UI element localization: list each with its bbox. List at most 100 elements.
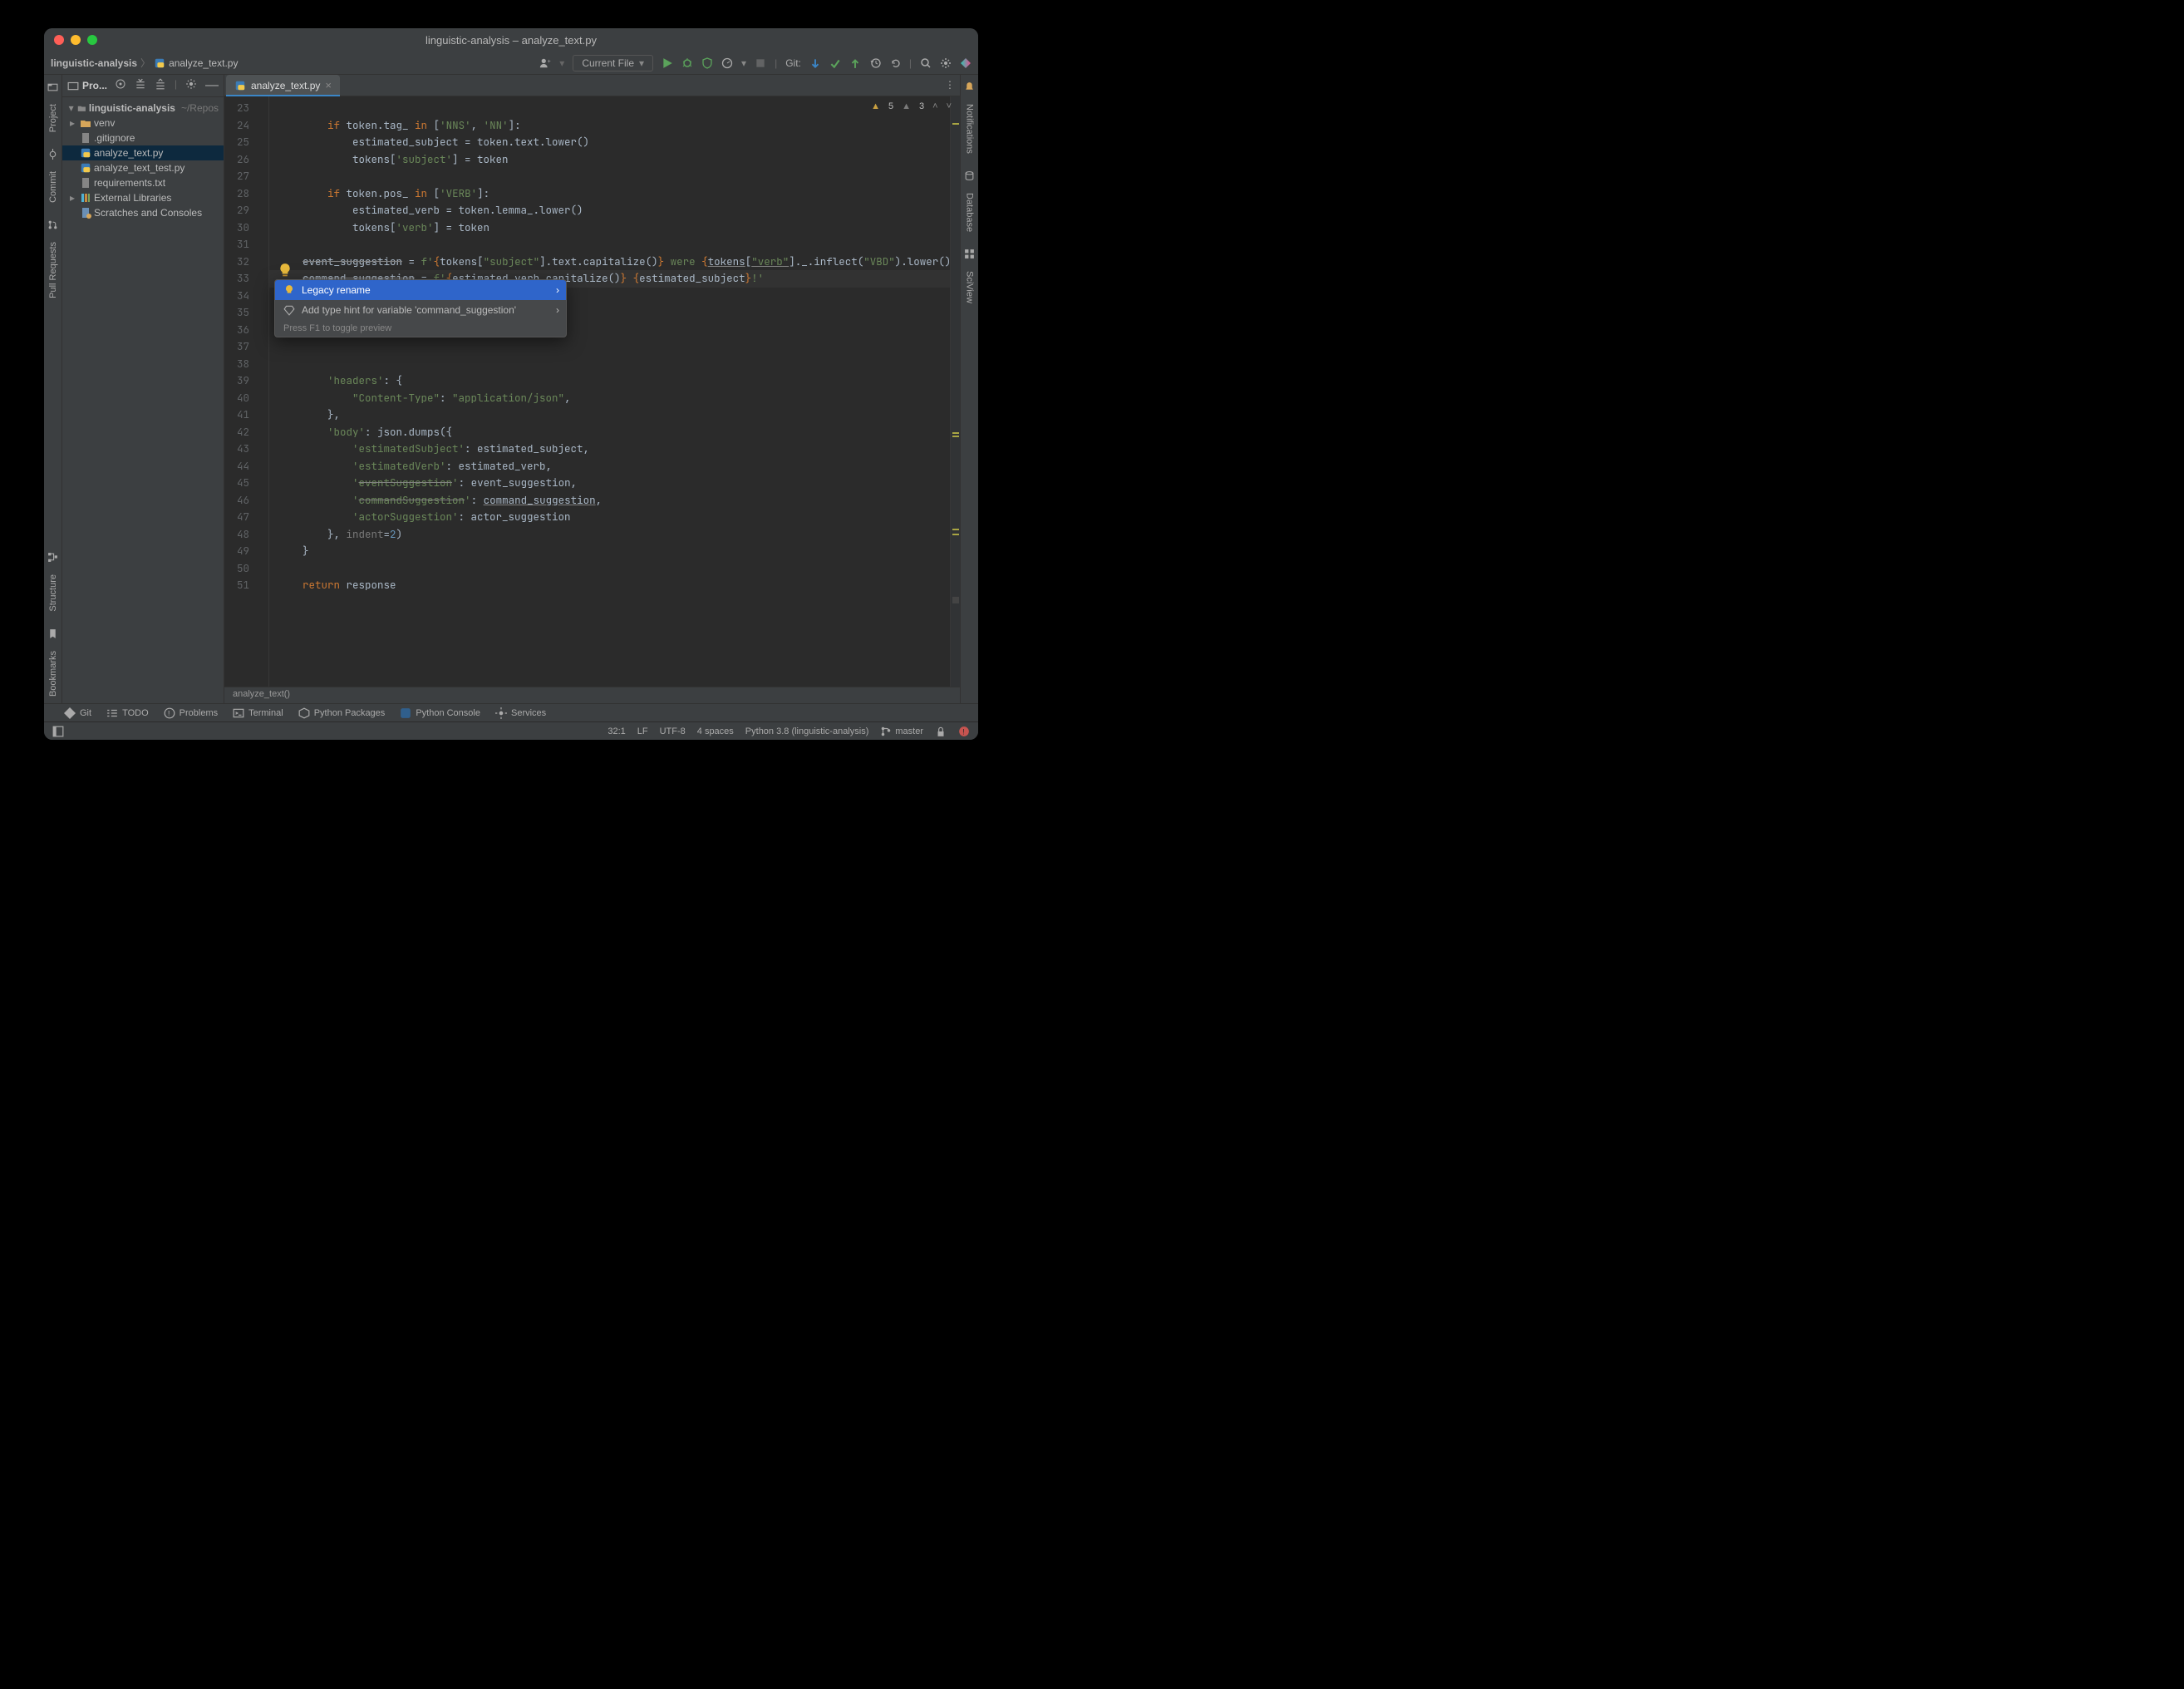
indent-settings[interactable]: 4 spaces [697, 726, 734, 736]
file-encoding[interactable]: UTF-8 [660, 726, 686, 736]
tool-git[interactable]: Git [64, 707, 91, 719]
folder-icon [80, 117, 91, 129]
hide-button[interactable]: — [205, 78, 219, 93]
breadcrumb[interactable]: linguistic-analysis 〉 analyze_text.py [51, 56, 238, 70]
tree-scratches[interactable]: Scratches and Consoles [62, 205, 224, 220]
project-tree[interactable]: ▾ linguistic-analysis ~/Repos ▸ venv .gi… [62, 97, 224, 224]
tool-services[interactable]: Services [495, 707, 546, 719]
python-interpreter[interactable]: Python 3.8 (linguistic-analysis) [745, 726, 869, 736]
project-tool-label[interactable]: Project [48, 104, 58, 132]
maximize-window-button[interactable] [87, 35, 97, 45]
status-bar: 32:1 LF UTF-8 4 spaces Python 3.8 (lingu… [44, 721, 978, 740]
expand-all-icon[interactable] [135, 78, 146, 90]
collapse-all-icon[interactable] [155, 78, 166, 90]
python-file-icon [80, 147, 91, 159]
tree-item-label: venv [94, 117, 115, 129]
scratches-icon [80, 207, 91, 219]
terminal-icon [233, 707, 244, 719]
titlebar[interactable]: linguistic-analysis – analyze_text.py [44, 28, 978, 52]
chevron-right-icon: 〉 [140, 56, 150, 70]
editor-breadcrumbs[interactable]: analyze_text() [224, 687, 960, 703]
tool-todo[interactable]: TODO [106, 707, 149, 719]
project-view-title[interactable]: Pro... [82, 80, 107, 91]
tree-external-libraries[interactable]: ▸ External Libraries [62, 190, 224, 205]
tree-item-analyze-text[interactable]: analyze_text.py [62, 145, 224, 160]
editor-body[interactable]: 23 24 25 26 27 28 29 30 31 32 33 34 35 3… [224, 96, 960, 687]
lock-icon[interactable] [935, 726, 947, 737]
inspection-widget[interactable]: ▲5 ▲3 ˄ ˅ [871, 101, 952, 111]
run-config-label: Current File [582, 57, 634, 69]
git-branch[interactable]: master [880, 726, 923, 737]
coverage-icon[interactable] [701, 57, 713, 69]
breadcrumb-project[interactable]: linguistic-analysis [51, 57, 137, 69]
tool-terminal[interactable]: Terminal [233, 707, 283, 719]
fold-gutter[interactable] [254, 96, 269, 687]
toolbar-actions: + ▾ Current File ▾ ▾ | Git: | [539, 55, 971, 71]
sciview-tool-label[interactable]: SciView [965, 271, 975, 303]
intention-item-add-type-hint[interactable]: Add type hint for variable 'command_sugg… [275, 300, 566, 320]
python-file-icon [234, 80, 246, 91]
branch-icon [880, 726, 892, 737]
commit-tool-label[interactable]: Commit [48, 171, 58, 203]
fatal-error-icon[interactable]: ! [958, 726, 970, 737]
tree-item-analyze-text-test[interactable]: analyze_text_test.py [62, 160, 224, 175]
tree-item-requirements[interactable]: requirements.txt [62, 175, 224, 190]
search-icon[interactable] [920, 57, 932, 69]
lightbulb-icon [283, 284, 295, 296]
close-window-button[interactable] [54, 35, 64, 45]
tool-python-packages[interactable]: Python Packages [298, 707, 386, 719]
run-config-selector[interactable]: Current File ▾ [573, 55, 653, 71]
code-area[interactable]: if token.tag_ in ['NNS', 'NN']: estimate… [269, 96, 950, 687]
window-controls [54, 35, 97, 45]
minimize-window-button[interactable] [71, 35, 81, 45]
add-user-icon[interactable]: + [539, 57, 551, 69]
settings-icon[interactable] [940, 57, 952, 69]
bookmarks-tool-icon[interactable] [47, 628, 58, 639]
intention-item-legacy-rename[interactable]: Legacy rename › [275, 280, 566, 300]
git-commit-icon[interactable] [829, 57, 841, 69]
notifications-tool-label[interactable]: Notifications [965, 104, 975, 154]
pull-requests-tool-label[interactable]: Pull Requests [48, 242, 58, 298]
profile-icon[interactable] [721, 57, 733, 69]
caret-position[interactable]: 32:1 [607, 726, 625, 736]
chevron-down-icon[interactable]: ˅ [947, 101, 952, 111]
line-separator[interactable]: LF [637, 726, 648, 736]
rollback-icon[interactable] [889, 57, 901, 69]
tree-item-venv[interactable]: ▸ venv [62, 116, 224, 130]
select-opened-file-icon[interactable] [115, 78, 126, 90]
git-push-icon[interactable] [849, 57, 861, 69]
sciview-tool-icon[interactable] [964, 249, 975, 259]
tab-menu-icon[interactable]: ⋮ [945, 79, 955, 91]
bookmarks-tool-label[interactable]: Bookmarks [48, 651, 58, 697]
run-icon[interactable] [662, 57, 673, 69]
tree-item-gitignore[interactable]: .gitignore [62, 130, 224, 145]
intention-bulb-icon[interactable] [278, 263, 293, 278]
editor: analyze_text.py × ⋮ 23 24 25 26 27 28 29… [224, 75, 960, 703]
database-tool-icon[interactable] [964, 170, 975, 181]
settings-icon[interactable] [185, 78, 197, 90]
structure-tool-icon[interactable] [47, 552, 58, 563]
breadcrumb-file[interactable]: analyze_text.py [169, 57, 238, 69]
code-with-me-icon[interactable] [960, 57, 971, 69]
history-icon[interactable] [869, 57, 881, 69]
tool-problems[interactable]: !Problems [164, 707, 218, 719]
editor-crumb[interactable]: analyze_text() [233, 689, 290, 699]
editor-tab[interactable]: analyze_text.py × [226, 75, 340, 96]
notifications-tool-icon[interactable] [964, 81, 975, 92]
pull-requests-tool-icon[interactable] [47, 219, 58, 230]
error-stripe[interactable] [950, 96, 960, 687]
database-tool-label[interactable]: Database [965, 193, 975, 232]
tool-python-console[interactable]: Python Console [400, 707, 480, 719]
close-tab-icon[interactable]: × [325, 79, 332, 91]
structure-tool-label[interactable]: Structure [48, 574, 58, 612]
weak-warning-count: 3 [919, 101, 924, 111]
project-tool-icon[interactable] [47, 81, 58, 92]
tree-item-label: analyze_text_test.py [94, 162, 184, 174]
commit-tool-icon[interactable] [47, 149, 58, 160]
tree-root[interactable]: ▾ linguistic-analysis ~/Repos [62, 101, 224, 116]
tool-window-quick-access-icon[interactable] [52, 726, 64, 737]
chevron-up-icon[interactable]: ˄ [932, 101, 937, 111]
debug-icon[interactable] [681, 57, 693, 69]
git-update-icon[interactable] [809, 57, 821, 69]
tree-root-path: ~/Repos [181, 102, 219, 114]
